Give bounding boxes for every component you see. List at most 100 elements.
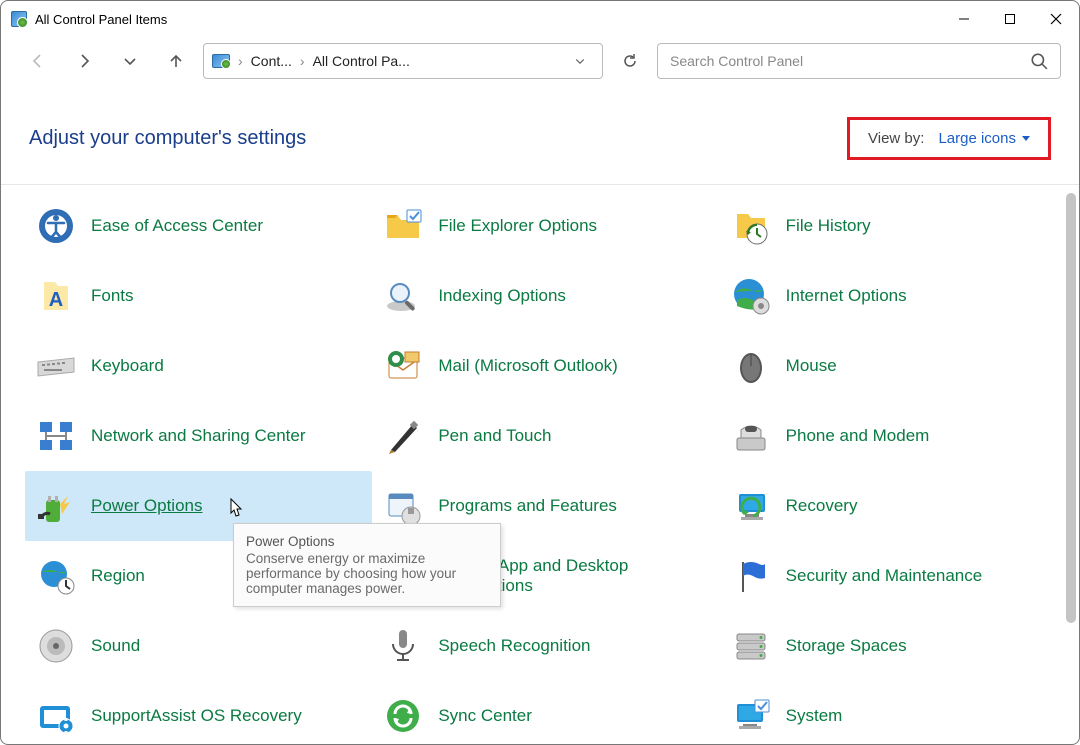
item-system[interactable]: System bbox=[720, 681, 1067, 740]
item-file-explorer-options[interactable]: File Explorer Options bbox=[372, 191, 719, 261]
view-by-control-highlighted: View by: Large icons bbox=[847, 117, 1051, 160]
breadcrumb-item[interactable]: Cont... bbox=[251, 53, 292, 69]
control-panel-icon bbox=[212, 54, 230, 68]
minimize-button[interactable] bbox=[941, 1, 987, 37]
item-fonts[interactable]: A Fonts bbox=[25, 261, 372, 331]
item-label: Mouse bbox=[786, 356, 837, 376]
item-file-history[interactable]: File History bbox=[720, 191, 1067, 261]
item-label: Speech Recognition bbox=[438, 636, 590, 656]
item-speech-recognition[interactable]: Speech Recognition bbox=[372, 611, 719, 681]
programs-features-icon bbox=[382, 485, 424, 527]
microphone-icon bbox=[382, 625, 424, 667]
item-label: Internet Options bbox=[786, 286, 907, 306]
folder-options-icon bbox=[382, 205, 424, 247]
cursor-pointer-icon bbox=[225, 497, 245, 521]
item-sync-center[interactable]: Sync Center bbox=[372, 681, 719, 740]
svg-text:A: A bbox=[49, 289, 63, 311]
item-label: Sync Center bbox=[438, 706, 532, 726]
refresh-button[interactable] bbox=[611, 42, 649, 80]
network-icon bbox=[35, 415, 77, 457]
indexing-icon bbox=[382, 275, 424, 317]
item-mouse[interactable]: Mouse bbox=[720, 331, 1067, 401]
item-pen-touch[interactable]: Pen and Touch bbox=[372, 401, 719, 471]
item-label: Programs and Features bbox=[438, 496, 617, 516]
supportassist-icon bbox=[35, 695, 77, 737]
view-by-value: Large icons bbox=[938, 130, 1016, 147]
power-options-icon bbox=[35, 485, 77, 527]
item-mail[interactable]: Mail (Microsoft Outlook) bbox=[372, 331, 719, 401]
item-label: Indexing Options bbox=[438, 286, 566, 306]
maximize-button[interactable] bbox=[987, 1, 1033, 37]
control-panel-icon bbox=[11, 11, 27, 27]
pen-icon bbox=[382, 415, 424, 457]
up-button[interactable] bbox=[157, 42, 195, 80]
file-history-icon bbox=[730, 205, 772, 247]
system-icon bbox=[730, 695, 772, 737]
item-label: Network and Sharing Center bbox=[91, 426, 306, 446]
scrollbar-thumb[interactable] bbox=[1066, 193, 1076, 623]
tooltip: Power Options Conserve energy or maximiz… bbox=[233, 523, 501, 607]
item-keyboard[interactable]: Keyboard bbox=[25, 331, 372, 401]
item-internet-options[interactable]: Internet Options bbox=[720, 261, 1067, 331]
chevron-right-icon: › bbox=[300, 53, 305, 69]
address-dropdown-button[interactable] bbox=[566, 55, 594, 67]
chevron-down-icon bbox=[1022, 136, 1030, 141]
item-storage-spaces[interactable]: Storage Spaces bbox=[720, 611, 1067, 681]
storage-icon bbox=[730, 625, 772, 667]
vertical-scrollbar[interactable] bbox=[1063, 185, 1077, 740]
item-label: SupportAssist OS Recovery bbox=[91, 706, 302, 726]
search-input[interactable] bbox=[670, 53, 1030, 69]
item-label: Pen and Touch bbox=[438, 426, 551, 446]
forward-button[interactable] bbox=[65, 42, 103, 80]
recent-locations-button[interactable] bbox=[111, 42, 149, 80]
internet-options-icon bbox=[730, 275, 772, 317]
tooltip-title: Power Options bbox=[246, 534, 488, 549]
item-label: Power Options bbox=[91, 496, 203, 516]
search-icon bbox=[1030, 52, 1048, 70]
item-phone-modem[interactable]: Phone and Modem bbox=[720, 401, 1067, 471]
title-bar: All Control Panel Items bbox=[1, 1, 1079, 37]
phone-modem-icon bbox=[730, 415, 772, 457]
security-flag-icon bbox=[730, 555, 772, 597]
items-area: Ease of Access Center File Explorer Opti… bbox=[1, 185, 1079, 740]
address-bar[interactable]: › Cont... › All Control Pa... bbox=[203, 43, 603, 79]
window-title: All Control Panel Items bbox=[35, 12, 167, 27]
mail-icon bbox=[382, 345, 424, 387]
item-label: Keyboard bbox=[91, 356, 164, 376]
tooltip-body: Conserve energy or maximize performance … bbox=[246, 551, 488, 596]
search-box[interactable] bbox=[657, 43, 1061, 79]
item-label: Fonts bbox=[91, 286, 134, 306]
item-label: File Explorer Options bbox=[438, 216, 597, 236]
item-label: Recovery bbox=[786, 496, 858, 516]
item-label: Sound bbox=[91, 636, 140, 656]
region-icon bbox=[35, 555, 77, 597]
item-ease-of-access-center[interactable]: Ease of Access Center bbox=[25, 191, 372, 261]
content-header: Adjust your computer's settings View by:… bbox=[1, 85, 1079, 185]
navigation-bar: › Cont... › All Control Pa... bbox=[1, 37, 1079, 85]
item-label: File History bbox=[786, 216, 871, 236]
breadcrumb-item[interactable]: All Control Pa... bbox=[313, 53, 410, 69]
item-supportassist[interactable]: SupportAssist OS Recovery bbox=[25, 681, 372, 740]
chevron-right-icon: › bbox=[238, 53, 243, 69]
item-label: Storage Spaces bbox=[786, 636, 907, 656]
page-title: Adjust your computer's settings bbox=[29, 127, 306, 150]
item-indexing-options[interactable]: Indexing Options bbox=[372, 261, 719, 331]
item-sound[interactable]: Sound bbox=[25, 611, 372, 681]
view-by-dropdown[interactable]: Large icons bbox=[938, 130, 1030, 147]
back-button[interactable] bbox=[19, 42, 57, 80]
fonts-icon: A bbox=[35, 275, 77, 317]
window-controls bbox=[941, 1, 1079, 37]
item-recovery[interactable]: Recovery bbox=[720, 471, 1067, 541]
sync-icon bbox=[382, 695, 424, 737]
recovery-icon bbox=[730, 485, 772, 527]
close-button[interactable] bbox=[1033, 1, 1079, 37]
ease-of-access-icon bbox=[35, 205, 77, 247]
item-security-maintenance[interactable]: Security and Maintenance bbox=[720, 541, 1067, 611]
item-label: Security and Maintenance bbox=[786, 566, 983, 586]
item-label: Mail (Microsoft Outlook) bbox=[438, 356, 617, 376]
item-label: Ease of Access Center bbox=[91, 216, 263, 236]
keyboard-icon bbox=[35, 345, 77, 387]
mouse-icon bbox=[730, 345, 772, 387]
item-network-sharing[interactable]: Network and Sharing Center bbox=[25, 401, 372, 471]
sound-icon bbox=[35, 625, 77, 667]
